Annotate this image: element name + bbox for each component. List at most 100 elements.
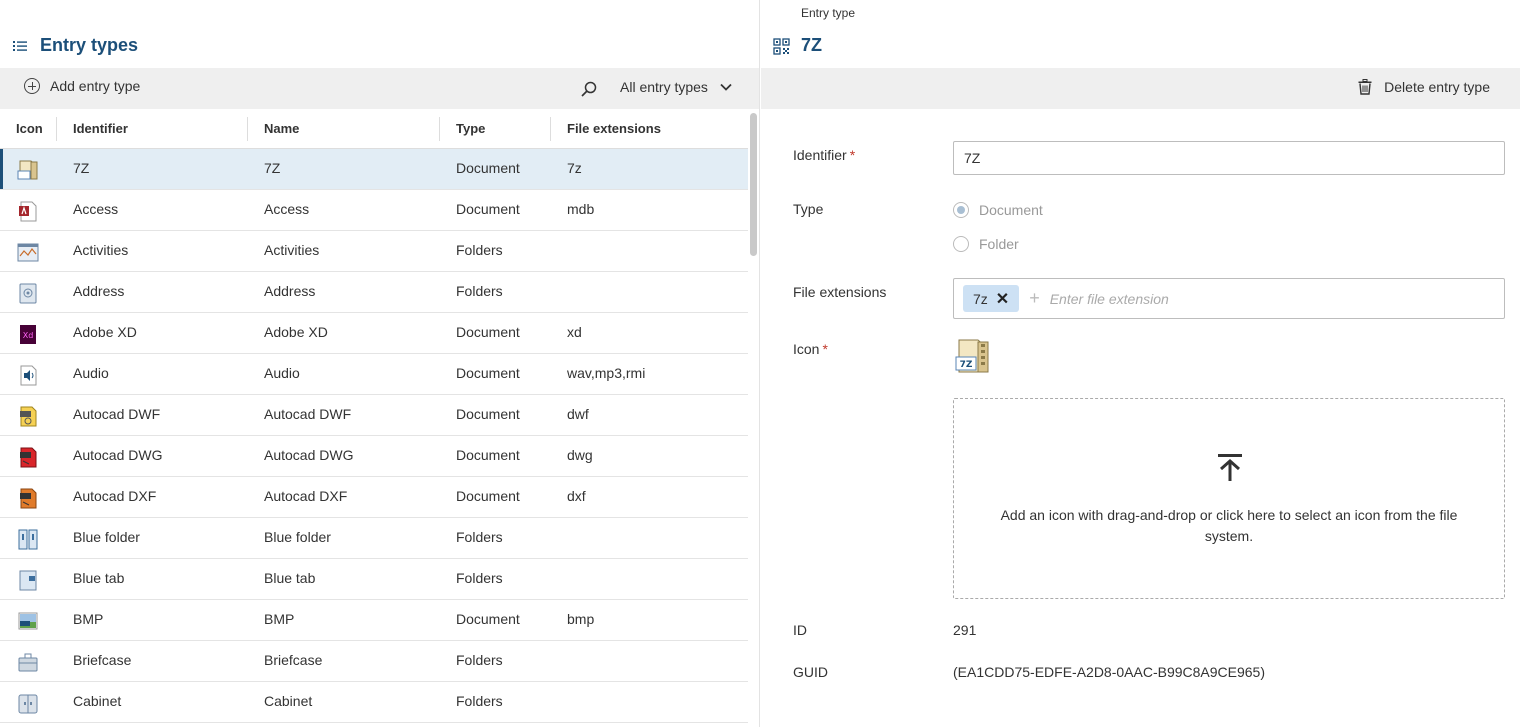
table-row[interactable]: Blue tab Blue tab Folders	[0, 559, 748, 600]
cell-type: Folders	[456, 652, 503, 668]
icon-label-text: Icon	[793, 341, 820, 357]
cell-file-extensions: dwf	[567, 406, 589, 422]
add-entry-type-button[interactable]: Add entry type	[24, 78, 140, 94]
cell-name: Address	[264, 283, 316, 299]
table-row[interactable]: Xd Adobe XD Adobe XD Document xd	[0, 313, 748, 354]
cell-identifier: 7Z	[73, 160, 90, 176]
cell-identifier: Cabinet	[73, 693, 122, 709]
column-header-name[interactable]: Name	[264, 121, 299, 136]
cell-name: Blue folder	[264, 529, 331, 545]
detail-title: 7Z	[801, 35, 823, 55]
briefcase-icon	[18, 653, 38, 672]
identifier-field[interactable]: 7Z	[953, 141, 1505, 175]
table-row[interactable]: Address Address Folders	[0, 272, 748, 313]
cell-identifier: Activities	[73, 242, 129, 258]
search-icon[interactable]	[580, 80, 598, 98]
cell-type: Document	[456, 406, 520, 422]
column-header-type[interactable]: Type	[456, 121, 485, 136]
table-row[interactable]: BMP BMP Document bmp	[0, 600, 748, 641]
table-row[interactable]: 7Z 7Z Document 7z	[0, 149, 748, 190]
extension-chip-label: 7z	[973, 290, 988, 307]
column-divider[interactable]	[247, 117, 248, 141]
cell-name: Blue tab	[264, 570, 316, 586]
table-row[interactable]: Access Access Document mdb	[0, 190, 748, 231]
delete-entry-type-button[interactable]: Delete entry type	[1358, 79, 1490, 95]
autocad-dxf-file-icon	[20, 488, 37, 509]
table-row[interactable]: Activities Activities Folders	[0, 231, 748, 272]
table-row[interactable]: Cabinet Cabinet Folders	[0, 682, 748, 723]
cell-identifier: BMP	[73, 611, 104, 627]
file-extensions-field[interactable]: 7z ✕ + Enter file extension	[953, 278, 1505, 319]
cell-type: Document	[456, 160, 520, 176]
cell-type: Document	[456, 488, 520, 504]
entry-types-table-body: 7Z 7Z Document 7z Access Access Document mdb Act…	[0, 149, 748, 723]
table-row[interactable]: Audio Audio Document wav,mp3,rmi	[0, 354, 748, 395]
entry-type-detail-pane: Entry type 7Z Delete entry type Identifi…	[761, 0, 1520, 727]
cell-identifier: Access	[73, 201, 119, 217]
list-icon	[13, 41, 27, 51]
autocad-dwg-file-icon	[20, 447, 37, 468]
cell-file-extensions: wav,mp3,rmi	[567, 365, 646, 381]
trash-icon	[1358, 79, 1372, 95]
table-row[interactable]: Autocad DWG Autocad DWG Document dwg	[0, 436, 748, 477]
vertical-scrollbar[interactable]	[750, 113, 757, 256]
cell-name: Cabinet	[264, 693, 313, 709]
cell-type: Document	[456, 611, 520, 627]
entry-type-icon	[773, 38, 790, 55]
entry-type-filter-dropdown[interactable]: All entry types	[620, 79, 732, 95]
type-option-document[interactable]: Document	[953, 202, 1043, 218]
cell-type: Document	[456, 324, 520, 340]
icon-label: Icon *	[793, 341, 828, 357]
guid-value: (EA1CDD75-EDFE-A2D8-0AAC-B99C8A9CE965)	[953, 664, 1266, 680]
dropzone-text: Add an icon with drag-and-drop or click …	[1000, 507, 1458, 544]
cell-name: Autocad DWG	[264, 447, 354, 463]
column-header-identifier[interactable]: Identifier	[73, 121, 128, 136]
column-divider[interactable]	[56, 117, 57, 141]
guid-label: GUID	[793, 664, 828, 680]
cell-file-extensions: bmp	[567, 611, 595, 627]
cabinet-icon	[18, 694, 38, 714]
detail-eyebrow: Entry type	[801, 6, 856, 20]
cell-identifier: Autocad DXF	[73, 488, 157, 504]
radio-document[interactable]	[953, 202, 969, 218]
required-marker: *	[822, 341, 828, 357]
column-header-icon[interactable]: Icon	[16, 121, 43, 136]
radio-folder[interactable]	[953, 236, 969, 252]
cell-file-extensions: mdb	[567, 201, 595, 217]
cell-type: Document	[456, 201, 520, 217]
cell-type: Document	[456, 447, 520, 463]
audio-file-icon	[20, 365, 37, 386]
table-row[interactable]: Autocad DWF Autocad DWF Document dwf	[0, 395, 748, 436]
extension-placeholder: Enter file extension	[1049, 290, 1169, 307]
column-divider[interactable]	[439, 117, 440, 141]
cell-name: BMP	[264, 611, 295, 627]
identifier-label-text: Identifier	[793, 147, 847, 163]
address-folder-icon	[19, 283, 37, 304]
type-option-document-label: Document	[979, 202, 1043, 218]
table-row[interactable]: Briefcase Briefcase Folders	[0, 641, 748, 682]
cell-name: Access	[264, 201, 310, 217]
type-option-folder[interactable]: Folder	[953, 236, 1019, 252]
required-marker: *	[849, 147, 856, 163]
table-row[interactable]: Blue folder Blue folder Folders	[0, 518, 748, 559]
cell-type: Folders	[456, 570, 503, 586]
identifier-label: Identifier *	[793, 147, 855, 163]
column-divider[interactable]	[550, 117, 551, 141]
7z-archive-icon-preview[interactable]: 7Z	[954, 338, 992, 374]
cell-name: Audio	[264, 365, 300, 381]
file-extensions-label: File extensions	[793, 284, 887, 300]
svg-text:7Z: 7Z	[960, 360, 973, 370]
column-header-file-extensions[interactable]: File extensions	[567, 121, 661, 136]
add-entry-type-label: Add entry type	[50, 78, 141, 94]
extension-chip: 7z ✕	[963, 285, 1020, 312]
cell-name: Autocad DWF	[264, 406, 352, 422]
cell-name: Autocad DXF	[264, 488, 348, 504]
remove-extension-icon[interactable]: ✕	[996, 289, 1009, 309]
icon-dropzone[interactable]: Add an icon with drag-and-drop or click …	[953, 398, 1505, 599]
adobe-xd-file-icon: Xd	[20, 325, 36, 344]
cell-name: Adobe XD	[264, 324, 328, 340]
cell-type: Folders	[456, 283, 503, 299]
add-extension-input[interactable]: + Enter file extension	[1029, 288, 1169, 309]
table-row[interactable]: Autocad DXF Autocad DXF Document dxf	[0, 477, 748, 518]
list-toolbar: Add entry type All entry types	[0, 68, 759, 109]
